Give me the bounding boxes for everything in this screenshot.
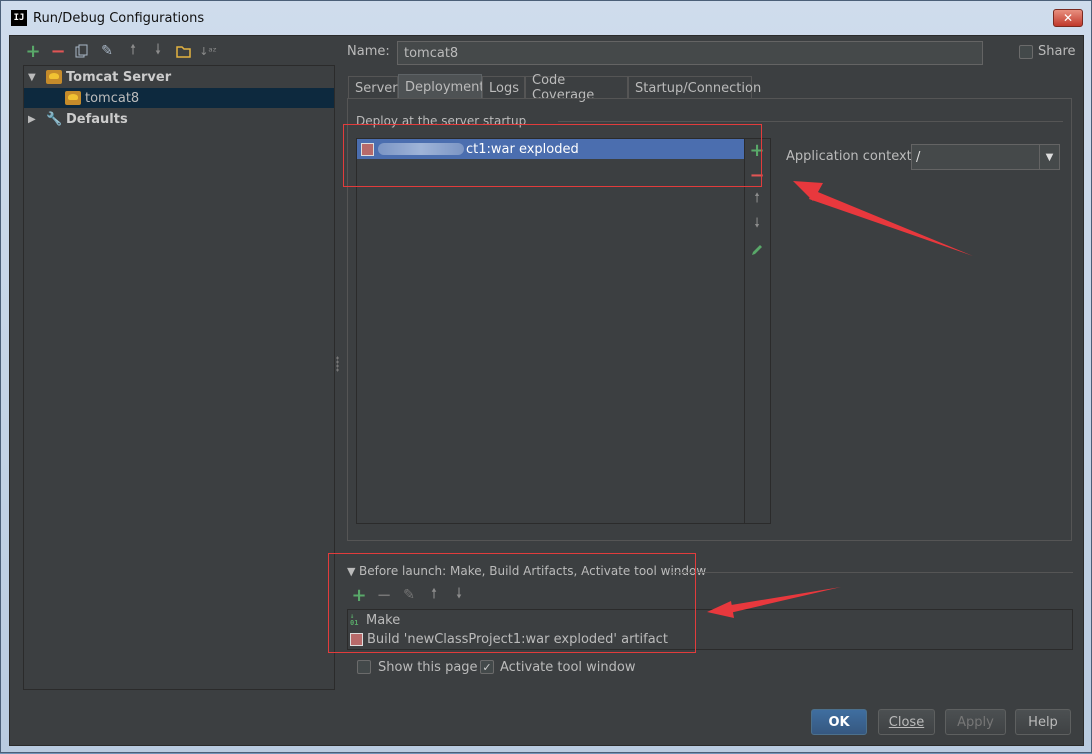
arrow-shaft (719, 587, 841, 615)
arrow-head (707, 601, 734, 618)
annotation-arrows (707, 181, 973, 618)
run-debug-dialog: IJ Run/Debug Configurations ✕ + − ✎ 🠕 🠗 … (0, 0, 1092, 753)
arrow-shaft (809, 190, 973, 256)
